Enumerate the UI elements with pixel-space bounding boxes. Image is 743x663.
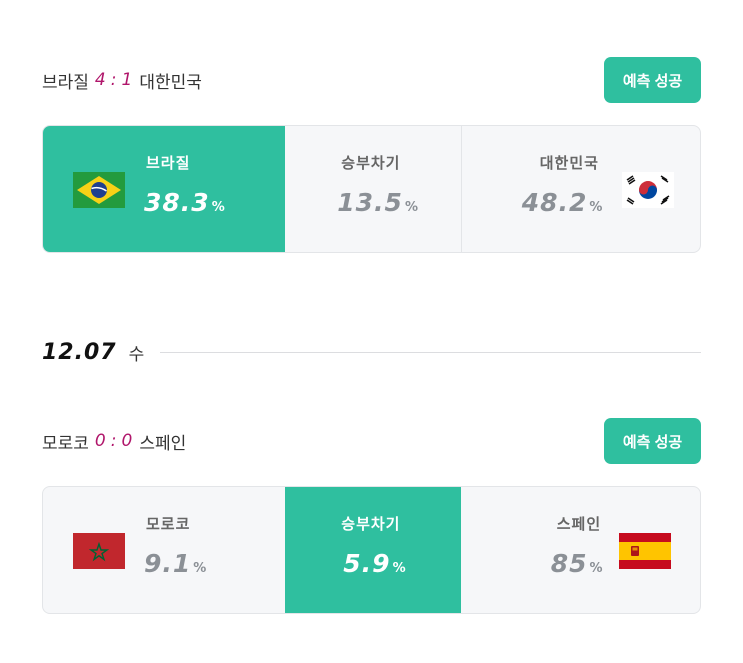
- option-percent-value: 13.5: [337, 188, 403, 217]
- option-penalty[interactable]: 승부차기 13.5%: [285, 126, 460, 252]
- prediction-success-button[interactable]: 예측 성공: [604, 418, 701, 464]
- match-1-team-1: 브라질: [42, 72, 89, 93]
- korea-flag-icon: [621, 172, 674, 208]
- option-percent-unit: %: [589, 200, 604, 215]
- match-2-team-2: 스페인: [139, 433, 187, 454]
- option-percent: 38.3%: [144, 188, 226, 217]
- option-percent: 13.5%: [337, 188, 419, 217]
- option-spain[interactable]: 스페인 85%: [461, 487, 700, 613]
- match-1-title: 브라질 4:1 대한민국: [42, 68, 202, 93]
- option-percent: 9.1%: [144, 549, 207, 578]
- option-label: 승부차기: [341, 154, 401, 172]
- match-2-header: 모로코 0:0 스페인 예측 성공: [42, 418, 701, 464]
- option-penalty[interactable]: 승부차기 5.9%: [285, 487, 461, 613]
- option-percent-value: 5.9: [343, 549, 391, 578]
- option-percent-value: 48.2: [521, 188, 588, 217]
- prediction-success-button[interactable]: 예측 성공: [604, 57, 701, 103]
- match-2-score-sep: :: [110, 431, 118, 451]
- option-label: 브라질: [146, 154, 191, 172]
- option-percent: 85%: [551, 549, 604, 578]
- match-2-score-2: 0: [121, 431, 134, 451]
- option-percent-unit: %: [392, 561, 407, 576]
- option-percent: 48.2%: [522, 188, 604, 217]
- match-1-score-sep: :: [110, 70, 118, 90]
- match-2-prediction-card: 모로코 9.1% 승부차기 5.9% 스페인 85%: [42, 486, 701, 614]
- option-brazil[interactable]: 브라질 38.3%: [43, 126, 286, 252]
- match-2-score-1: 0: [94, 431, 107, 451]
- match-day: 수: [128, 345, 145, 365]
- match-1-score-1: 4: [94, 70, 107, 90]
- match-date: 12.07: [42, 340, 117, 365]
- brazil-flag-icon: [73, 172, 125, 208]
- option-percent-value: 38.3: [144, 188, 210, 217]
- option-percent: 5.9%: [343, 549, 406, 578]
- match-1-header: 브라질 4:1 대한민국 예측 성공: [42, 57, 701, 103]
- date-separator: 12.07 수: [42, 340, 701, 365]
- option-percent-value: 9.1: [144, 549, 192, 578]
- option-percent-unit: %: [589, 561, 604, 576]
- match-1-prediction-card: 브라질 38.3% 승부차기 13.5% 대한민국 48.2%: [42, 125, 701, 253]
- option-morocco[interactable]: 모로코 9.1%: [43, 487, 285, 613]
- option-percent-unit: %: [404, 200, 419, 215]
- match-1-team-2: 대한민국: [139, 72, 202, 93]
- option-percent-value: 85: [550, 549, 588, 578]
- match-2-score: 0:0: [95, 431, 133, 451]
- option-percent-unit: %: [211, 200, 226, 215]
- option-label: 대한민국: [539, 154, 599, 172]
- date-divider-line: [160, 352, 701, 353]
- morocco-flag-icon: [73, 533, 125, 569]
- option-label: 모로코: [146, 515, 191, 533]
- match-2-team-1: 모로코: [42, 433, 89, 454]
- option-percent-unit: %: [193, 561, 208, 576]
- spain-flag-icon: [618, 533, 671, 569]
- option-label: 승부차기: [341, 515, 401, 533]
- option-label: 스페인: [556, 515, 602, 533]
- match-2-title: 모로코 0:0 스페인: [42, 429, 186, 454]
- match-1-score: 4:1: [95, 70, 133, 90]
- match-1-score-2: 1: [121, 70, 134, 90]
- option-korea[interactable]: 대한민국 48.2%: [460, 126, 700, 252]
